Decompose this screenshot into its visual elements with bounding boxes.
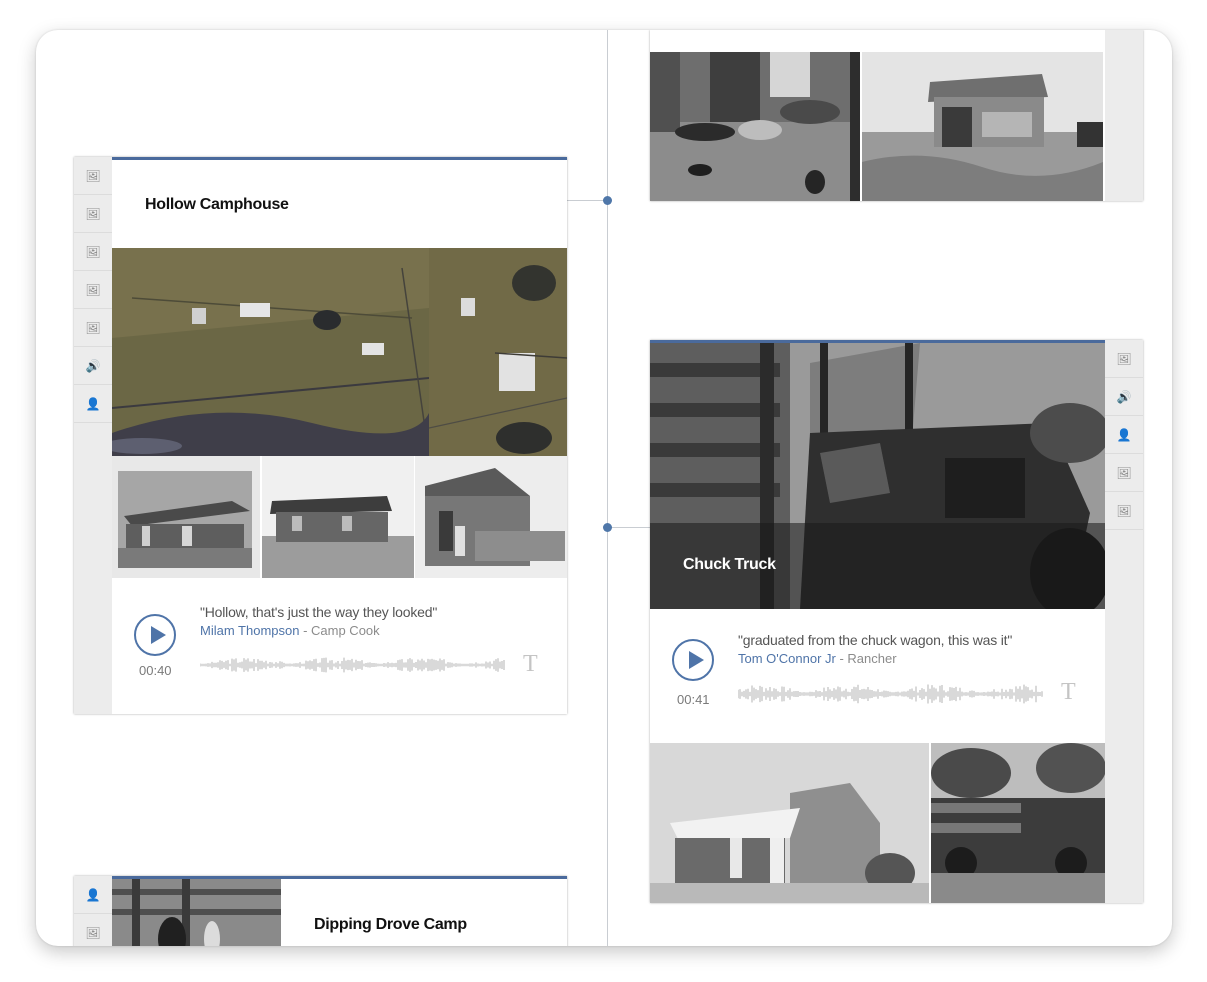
card-accent-bar	[112, 157, 567, 160]
audio-quote: "graduated from the chuck wagon, this wa…	[738, 632, 1013, 648]
image-icon[interactable]: 🖼	[1105, 492, 1143, 530]
card-body: Dipping Drove Camp	[112, 876, 567, 946]
person-icon[interactable]: 👤	[74, 385, 112, 423]
card-rail: 👤 🖼	[74, 876, 112, 946]
audio-quote: "Hollow, that's just the way they looked…	[200, 604, 438, 620]
card-dipping-drove-camp: 👤 🖼 Dipping Drove Camp	[74, 876, 567, 946]
image-icon[interactable]: 🖼	[1105, 454, 1143, 492]
image-icon[interactable]: 🖼	[74, 157, 112, 195]
photo-chuck-truck-side[interactable]	[931, 743, 1105, 903]
card-title: Chuck Truck	[683, 556, 776, 573]
photo-dipping-pen[interactable]	[112, 879, 281, 946]
photo-camphouse-2[interactable]	[262, 456, 414, 578]
audio-icon[interactable]: 🔊	[1105, 378, 1143, 416]
image-icon[interactable]: 🖼	[74, 271, 112, 309]
audio-player: 00:41 "graduated from the chuck wagon, t…	[650, 609, 1105, 743]
photo-aerial-camp[interactable]	[112, 248, 429, 456]
speaker-role: - Rancher	[835, 651, 897, 666]
connector-chuck	[607, 527, 650, 528]
image-icon[interactable]: 🖼	[74, 233, 112, 271]
audio-waveform[interactable]	[200, 656, 506, 674]
play-button[interactable]	[134, 614, 176, 656]
timeline-line	[607, 30, 608, 946]
card-chuck-truck: Chuck Truck 00:41 "graduated from the ch…	[650, 340, 1143, 903]
connector-hollow	[567, 200, 607, 201]
timeline-frame: 🖼 🖼 🖼 🖼 🖼 🔊 👤 Hollow Camphouse 00:40 "Ho…	[36, 30, 1172, 946]
audio-byline: Tom O'Connor Jr - Rancher	[738, 651, 897, 666]
audio-duration: 00:40	[139, 663, 172, 678]
photo-camp-shack[interactable]	[862, 52, 1103, 201]
photo-chuck-camp[interactable]	[650, 743, 929, 903]
speaker-name-link[interactable]: Tom O'Connor Jr	[738, 651, 836, 666]
person-icon[interactable]: 👤	[1105, 416, 1143, 454]
image-icon[interactable]: 🖼	[74, 309, 112, 347]
card-rail: 🖼 🔊 👤 🖼 🖼	[1105, 340, 1143, 903]
photo-men-resting[interactable]	[650, 52, 860, 201]
audio-player: 00:40 "Hollow, that's just the way they …	[112, 578, 567, 714]
photo-camphouse-3[interactable]	[415, 456, 567, 578]
image-icon[interactable]: 🖼	[74, 195, 112, 233]
card-hollow-camphouse: 🖼 🖼 🖼 🖼 🖼 🔊 👤 Hollow Camphouse 00:40 "Ho…	[74, 157, 567, 714]
speaker-role: - Camp Cook	[299, 623, 380, 638]
card-body: Hollow Camphouse 00:40 "Hollow, that's j…	[112, 157, 567, 714]
transcript-button[interactable]: T	[1061, 679, 1076, 706]
card-title: Dipping Drove Camp	[314, 916, 467, 933]
photo-camphouse-1[interactable]	[112, 456, 260, 578]
speaker-name-link[interactable]: Milam Thompson	[200, 623, 299, 638]
person-icon[interactable]: 👤	[74, 876, 112, 914]
transcript-button[interactable]: T	[523, 651, 538, 678]
audio-waveform[interactable]	[738, 683, 1044, 705]
timeline-dot[interactable]	[603, 523, 612, 532]
timeline-dot[interactable]	[603, 196, 612, 205]
card-top-right	[650, 30, 1143, 201]
audio-duration: 00:41	[677, 692, 710, 707]
play-button[interactable]	[672, 639, 714, 681]
card-rail	[1105, 30, 1143, 201]
audio-byline: Milam Thompson - Camp Cook	[200, 623, 380, 638]
image-icon[interactable]: 🖼	[74, 914, 112, 946]
audio-icon[interactable]: 🔊	[74, 347, 112, 385]
image-icon[interactable]: 🖼	[1105, 340, 1143, 378]
card-body: Chuck Truck 00:41 "graduated from the ch…	[650, 340, 1105, 903]
photo-chuck-truck[interactable]: Chuck Truck	[650, 343, 1105, 609]
card-rail: 🖼 🖼 🖼 🖼 🖼 🔊 👤	[74, 157, 112, 714]
photo-aerial-house[interactable]	[429, 248, 567, 456]
card-title: Hollow Camphouse	[145, 196, 289, 213]
